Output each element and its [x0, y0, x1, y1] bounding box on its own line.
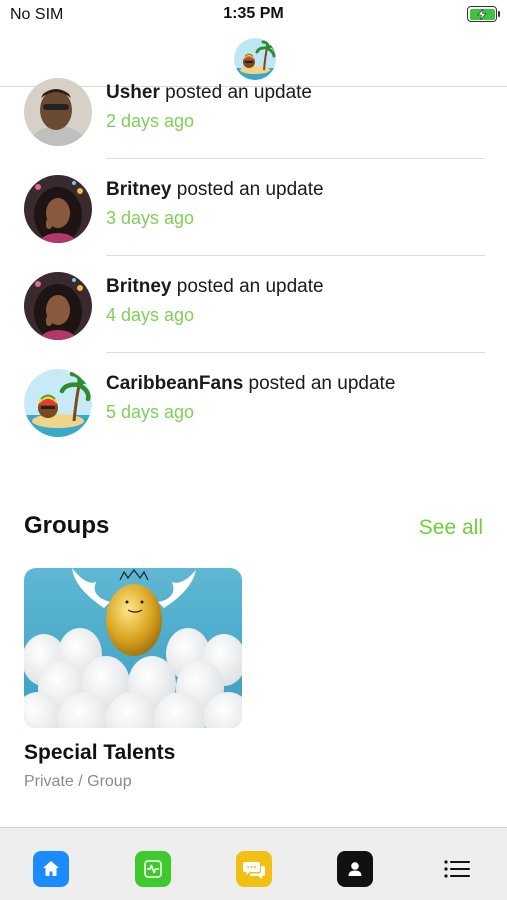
feed-item-title: Usher posted an update	[106, 82, 312, 104]
feed-item-time: 3 days ago	[106, 208, 195, 228]
divider	[106, 158, 485, 159]
group-privacy: Private / Group	[24, 773, 132, 790]
feed-item-author: CaribbeanFans	[106, 373, 244, 394]
feed-item-author: Britney	[106, 276, 172, 297]
activity-icon[interactable]	[135, 851, 171, 887]
bottom-tab-bar	[0, 827, 507, 900]
feed-item[interactable]: CaribbeanFans posted an update 5 days ag…	[0, 361, 507, 458]
feed-item-action: posted an update	[159, 82, 312, 103]
status-time: 1:35 PM	[223, 5, 284, 22]
feed-item-title: Britney posted an update	[106, 179, 324, 201]
see-all-groups-link[interactable]: See all	[419, 516, 483, 540]
feed-item[interactable]: Usher posted an update 2 days ago	[0, 70, 507, 167]
feed-item[interactable]: Britney posted an update 4 days ago	[0, 264, 507, 361]
group-name: Special Talents	[24, 741, 176, 764]
groups-section-header: Groups See all	[24, 512, 483, 548]
battery-charging-icon	[467, 6, 500, 22]
menu-icon[interactable]	[439, 851, 475, 887]
feed-item-time: 2 days ago	[106, 111, 195, 131]
feed-item-title: Britney posted an update	[106, 276, 324, 298]
groups-title: Groups	[24, 512, 110, 539]
feed-item-action: posted an update	[171, 179, 324, 200]
feed-item-author: Usher	[106, 82, 160, 103]
golden-egg-with-wings-image	[24, 568, 242, 728]
feed-item-title: CaribbeanFans posted an update	[106, 373, 395, 395]
status-bar: No SIM 1:35 PM	[0, 0, 507, 30]
divider	[106, 352, 485, 353]
home-icon[interactable]	[33, 851, 69, 887]
divider	[106, 255, 485, 256]
chat-bubbles-icon[interactable]	[236, 851, 272, 887]
feed-item-action: posted an update	[171, 276, 324, 297]
feed-item[interactable]: Britney posted an update 3 days ago	[0, 167, 507, 264]
feed-item-time: 4 days ago	[106, 305, 195, 325]
feed-item-author: Britney	[106, 179, 172, 200]
person-avatar	[24, 78, 92, 146]
caribbean-island-avatar	[24, 369, 92, 437]
profile-icon[interactable]	[337, 851, 373, 887]
person-avatar	[24, 272, 92, 340]
person-avatar	[24, 175, 92, 243]
feed-item-action: posted an update	[243, 373, 396, 394]
feed-item-time: 5 days ago	[106, 402, 195, 422]
group-card[interactable]: Special Talents Private / Group	[24, 568, 242, 791]
